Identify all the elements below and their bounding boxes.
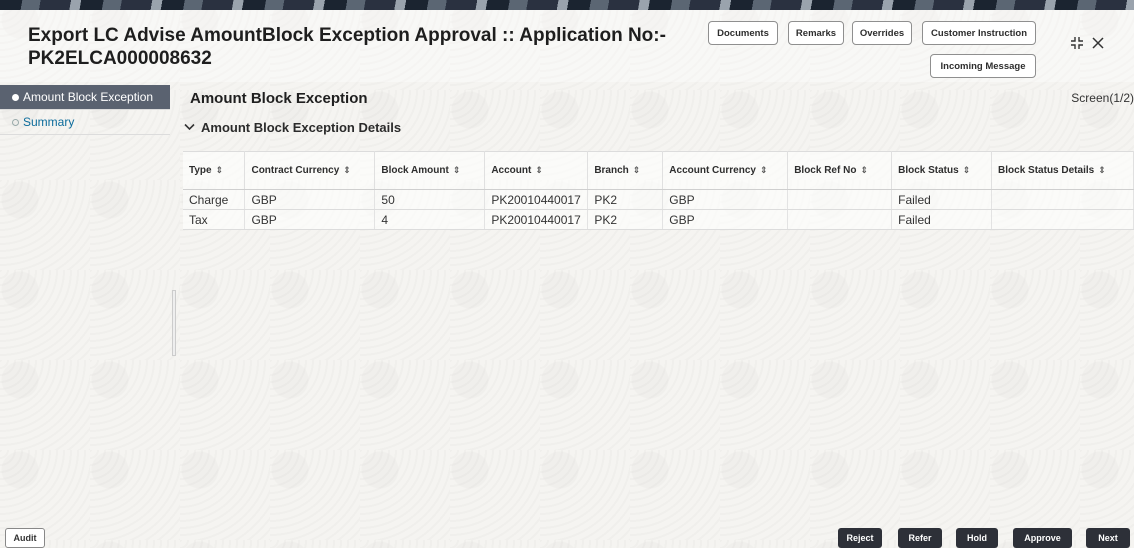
sidebar: Amount Block Exception Summary bbox=[0, 85, 170, 525]
column-header-contract-currency[interactable]: Contract Currency ⇕ bbox=[244, 151, 376, 190]
cell-block-amount: 50 bbox=[374, 189, 486, 210]
column-header-block-status[interactable]: Block Status ⇕ bbox=[891, 151, 993, 190]
column-header-block-amount[interactable]: Block Amount ⇕ bbox=[374, 151, 486, 190]
cell-block-status: Failed bbox=[891, 189, 993, 210]
sort-icon: ⇕ bbox=[962, 165, 971, 175]
sort-icon: ⇕ bbox=[860, 165, 868, 175]
screen-indicator: Screen(1/2) bbox=[1071, 91, 1134, 105]
details-accordion-header[interactable]: Amount Block Exception Details bbox=[184, 120, 401, 135]
sort-icon: ⇕ bbox=[759, 165, 768, 175]
cell-type: Tax bbox=[183, 209, 246, 230]
cell-block-ref-no bbox=[787, 209, 893, 230]
cell-type: Charge bbox=[183, 189, 246, 210]
documents-button[interactable]: Documents bbox=[708, 21, 778, 45]
column-header-type[interactable]: Type ⇕ bbox=[183, 151, 246, 190]
hold-button[interactable]: Hold bbox=[956, 528, 998, 548]
chevron-down-icon bbox=[184, 122, 195, 134]
cell-block-status-details bbox=[991, 209, 1134, 230]
top-banner-strip bbox=[0, 0, 1134, 10]
cell-account-currency: GBP bbox=[662, 209, 789, 230]
column-header-account[interactable]: Account ⇕ bbox=[484, 151, 589, 190]
sidebar-item-summary[interactable]: Summary bbox=[0, 110, 170, 135]
cell-block-ref-no bbox=[787, 189, 893, 210]
overrides-button[interactable]: Overrides bbox=[852, 21, 912, 45]
background-pattern bbox=[0, 0, 1134, 548]
cell-block-status: Failed bbox=[891, 209, 993, 230]
page-title-line-2: PK2ELCA000008632 bbox=[28, 48, 212, 69]
page-title-line-1: Export LC Advise AmountBlock Exception A… bbox=[28, 25, 666, 46]
cell-account-currency: GBP bbox=[662, 189, 789, 210]
refer-button[interactable]: Refer bbox=[898, 528, 942, 548]
table-row[interactable]: Charge GBP 50 PK20010440017 PK2 GBP Fail… bbox=[183, 189, 1134, 210]
sort-icon: ⇕ bbox=[215, 165, 224, 175]
sort-icon: ⇕ bbox=[452, 165, 461, 175]
column-header-account-currency[interactable]: Account Currency ⇕ bbox=[662, 151, 789, 190]
sort-icon: ⇕ bbox=[535, 165, 543, 175]
footer-action-bar: Audit Reject Refer Hold Approve Next bbox=[0, 522, 1134, 548]
incoming-message-button[interactable]: Incoming Message bbox=[930, 54, 1036, 78]
sort-icon: ⇕ bbox=[343, 165, 351, 175]
step-dot-icon bbox=[12, 118, 19, 126]
column-header-block-status-details[interactable]: Block Status Details ⇕ bbox=[991, 151, 1134, 190]
section-title: Amount Block Exception bbox=[190, 90, 368, 107]
remarks-button[interactable]: Remarks bbox=[788, 21, 844, 45]
cell-contract-currency: GBP bbox=[244, 209, 376, 230]
collapse-icon[interactable] bbox=[1070, 36, 1084, 53]
customer-instruction-button[interactable]: Customer Instruction bbox=[922, 21, 1036, 45]
cell-block-status-details bbox=[991, 189, 1134, 210]
table-header-row: Type ⇕ Contract Currency ⇕ Block Amount ⇕ A… bbox=[183, 151, 1134, 190]
sidebar-item-label: Amount Block Exception bbox=[23, 90, 154, 104]
cell-block-amount: 4 bbox=[374, 209, 486, 230]
amount-block-table: Type ⇕ Contract Currency ⇕ Block Amount ⇕ A… bbox=[183, 151, 1134, 230]
sidebar-item-amount-block-exception[interactable]: Amount Block Exception bbox=[0, 85, 170, 110]
audit-button[interactable]: Audit bbox=[5, 528, 45, 548]
sidebar-item-label: Summary bbox=[23, 115, 75, 129]
cell-contract-currency: GBP bbox=[244, 189, 376, 210]
page-title: Export LC Advise AmountBlock Exception A… bbox=[28, 24, 668, 70]
table-row[interactable]: Tax GBP 4 PK20010440017 PK2 GBP Failed bbox=[183, 209, 1134, 230]
next-button[interactable]: Next bbox=[1086, 528, 1130, 548]
panel-resize-handle[interactable] bbox=[172, 290, 176, 356]
column-header-block-ref-no[interactable]: Block Ref No ⇕ bbox=[787, 151, 893, 190]
close-icon[interactable] bbox=[1092, 37, 1104, 52]
reject-button[interactable]: Reject bbox=[838, 528, 882, 548]
active-step-dot-icon bbox=[12, 93, 19, 101]
cell-account: PK20010440017 bbox=[484, 209, 589, 230]
details-title: Amount Block Exception Details bbox=[201, 120, 402, 135]
sort-icon: ⇕ bbox=[1098, 165, 1106, 175]
cell-branch: PK2 bbox=[587, 189, 664, 210]
page-header: Export LC Advise AmountBlock Exception A… bbox=[0, 10, 1134, 82]
cell-branch: PK2 bbox=[587, 209, 664, 230]
cell-account: PK20010440017 bbox=[484, 189, 589, 210]
sort-icon: ⇕ bbox=[632, 165, 641, 175]
approve-button[interactable]: Approve bbox=[1013, 528, 1072, 548]
column-header-branch[interactable]: Branch ⇕ bbox=[587, 151, 664, 190]
